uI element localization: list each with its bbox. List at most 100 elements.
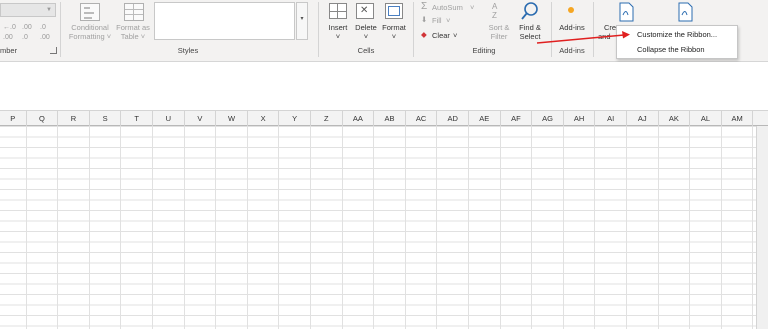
- column-header-w[interactable]: W: [216, 111, 248, 126]
- column-gridline: [689, 126, 691, 329]
- gallery-more-button[interactable]: ▾: [296, 2, 308, 40]
- column-gridline: [246, 126, 248, 329]
- column-header-z[interactable]: Z: [311, 111, 343, 126]
- column-gridline: [626, 126, 627, 329]
- column-header-ad[interactable]: AD: [437, 111, 469, 126]
- increase-decimal-icon[interactable]: .00: [22, 24, 32, 31]
- delete-button[interactable]: Delete ˅: [351, 23, 381, 41]
- add-ins-button[interactable]: Add-ins: [554, 23, 590, 32]
- column-header-ac[interactable]: AC: [406, 111, 438, 126]
- cell-styles-gallery[interactable]: [154, 2, 295, 40]
- column-header-ae[interactable]: AE: [469, 111, 501, 126]
- column-gridline: [468, 126, 469, 329]
- find-icon: [521, 2, 538, 20]
- column-gridline: [88, 126, 90, 329]
- column-header-s[interactable]: S: [90, 111, 122, 126]
- column-gridline: [531, 126, 533, 329]
- column-gridline: [152, 126, 153, 329]
- format-as-table-button[interactable]: Format as Table ˅: [112, 23, 154, 41]
- column-gridline: [562, 126, 564, 329]
- fill-button[interactable]: Fill: [432, 16, 442, 25]
- customize-ribbon-menu-item[interactable]: Customize the Ribbon...: [637, 30, 717, 39]
- column-gridline: [183, 126, 185, 329]
- column-header-am[interactable]: AM: [722, 111, 754, 126]
- column-header-row: P Q R S T U V W X Y Z AA AB AC AD AE AF AG AH AI AJ AK AL AM: [0, 110, 768, 126]
- ribbon-context-menu: Customize the Ribbon... Collapse the Rib…: [616, 25, 738, 59]
- chevron-down-icon: ˅: [453, 31, 458, 40]
- column-gridline: [436, 126, 438, 329]
- number-dialog-launcher[interactable]: [50, 47, 57, 54]
- cell-area[interactable]: [0, 126, 756, 329]
- create-pdf-icon: [619, 2, 634, 22]
- decimal-shift-icon[interactable]: .00: [40, 34, 50, 41]
- column-header-ab[interactable]: AB: [374, 111, 406, 126]
- column-gridline: [720, 126, 722, 329]
- column-gridline: [499, 126, 501, 329]
- column-gridline: [341, 126, 343, 329]
- column-header-t[interactable]: T: [121, 111, 153, 126]
- insert-cells-icon: [329, 3, 347, 19]
- clear-button[interactable]: Clear: [432, 31, 450, 40]
- column-header-af[interactable]: AF: [501, 111, 533, 126]
- chevron-down-icon: ˅: [446, 16, 451, 25]
- column-header-aa[interactable]: AA: [343, 111, 375, 126]
- column-gridline: [657, 126, 659, 329]
- chevron-down-icon: ˅: [470, 3, 475, 12]
- worksheet-grid[interactable]: P Q R S T U V W X Y Z AA AB AC AD AE AF AG AH AI AJ AK AL AM: [0, 110, 768, 329]
- number-group-label: mber: [0, 46, 18, 55]
- column-header-r[interactable]: R: [58, 111, 90, 126]
- column-header-ag[interactable]: AG: [532, 111, 564, 126]
- chevron-down-icon: ˅: [335, 32, 341, 41]
- column-gridline: [373, 126, 375, 329]
- column-gridline: [752, 126, 754, 329]
- styles-group-label: Styles: [177, 46, 199, 55]
- decrease-decimal-icon[interactable]: ←.0: [3, 24, 16, 31]
- column-header-y[interactable]: Y: [279, 111, 311, 126]
- format-cells-icon: [385, 3, 403, 19]
- cells-group-label: Cells: [357, 46, 375, 55]
- chevron-down-icon: ˅: [363, 32, 369, 41]
- column-gridline: [215, 126, 217, 329]
- conditional-formatting-button[interactable]: Conditional Formatting ˅: [64, 23, 116, 41]
- format-as-table-icon: [124, 3, 144, 21]
- column-header-ah[interactable]: AH: [564, 111, 596, 126]
- number-format-dropdown[interactable]: ▼: [0, 3, 56, 17]
- formula-bar-area: [0, 62, 768, 110]
- comma-style-icon[interactable]: .00: [3, 34, 13, 41]
- collapse-ribbon-menu-item[interactable]: Collapse the Ribbon: [637, 45, 705, 54]
- sort-filter-button[interactable]: Sort & Filter: [484, 23, 514, 41]
- column-header-v[interactable]: V: [185, 111, 217, 126]
- column-header-ak[interactable]: AK: [659, 111, 691, 126]
- column-gridline: [310, 126, 311, 329]
- column-gridline: [278, 126, 280, 329]
- percent-icon[interactable]: .0: [40, 24, 46, 31]
- column-header-al[interactable]: AL: [690, 111, 722, 126]
- column-header-q[interactable]: Q: [27, 111, 59, 126]
- fill-icon: ⬇: [421, 15, 428, 24]
- vertical-scrollbar[interactable]: [756, 126, 768, 329]
- column-header-ai[interactable]: AI: [595, 111, 627, 126]
- column-gridline: [25, 126, 27, 329]
- eraser-icon: ◆: [421, 30, 427, 39]
- column-header-aj[interactable]: AJ: [627, 111, 659, 126]
- autosum-icon: Σ: [421, 1, 428, 12]
- column-gridline: [120, 126, 122, 329]
- share-pdf-icon: [678, 2, 693, 22]
- column-header-p[interactable]: P: [0, 111, 27, 126]
- add-ins-group-label: Add-ins: [559, 46, 585, 55]
- format-button[interactable]: Format ˅: [378, 23, 410, 41]
- more-icon: ▾: [300, 16, 304, 22]
- decimal-icon[interactable]: .0: [22, 34, 28, 41]
- column-gridline: [404, 126, 406, 329]
- delete-cells-icon: ✕: [356, 3, 374, 19]
- insert-button[interactable]: Insert ˅: [322, 23, 354, 41]
- sort-filter-icon: AZ: [492, 2, 498, 20]
- column-gridline: [594, 126, 596, 329]
- autosum-button[interactable]: AutoSum: [432, 3, 463, 12]
- editing-group-label: Editing: [472, 46, 496, 55]
- column-header-u[interactable]: U: [153, 111, 185, 126]
- column-gridline: [57, 126, 59, 329]
- find-select-button[interactable]: Find & Select: [514, 23, 546, 41]
- column-header-x[interactable]: X: [248, 111, 280, 126]
- chevron-down-icon: ˅: [391, 32, 397, 41]
